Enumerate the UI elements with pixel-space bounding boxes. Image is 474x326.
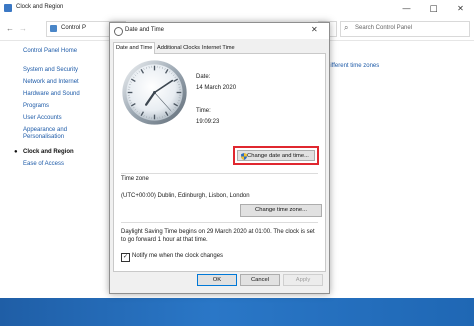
notify-checkbox[interactable]: ✓ (121, 253, 130, 262)
maximize-button[interactable]: ☐ (420, 0, 447, 18)
tab-date-and-time[interactable]: Date and Time (113, 42, 156, 54)
change-date-and-time-label: Change date and time... (247, 153, 309, 159)
sidebar-item-clock-and-region[interactable]: ● Clock and Region (14, 149, 74, 156)
daylight-saving-info: Daylight Saving Time begins on 29 March … (121, 229, 315, 243)
apply-button[interactable]: Apply (283, 274, 323, 286)
sidebar-item-programs[interactable]: Programs (23, 103, 49, 110)
time-zone-label: Time zone (121, 176, 149, 182)
sidebar-item-user-accounts[interactable]: User Accounts (23, 115, 62, 122)
change-date-and-time-button[interactable]: Change date and time... (237, 150, 315, 161)
clock-icon (114, 27, 123, 36)
time-value: 19:09:23 (196, 119, 220, 125)
search-input[interactable]: ⌕ Search Control Panel (340, 21, 470, 37)
taskbar (0, 298, 474, 326)
change-time-zone-button[interactable]: Change time zone... (240, 204, 322, 217)
divider (121, 173, 318, 174)
window-title-bar: Clock and Region — ☐ ✕ (0, 0, 474, 19)
dialog-tabs: Date and Time Additional Clocks Internet… (113, 42, 325, 54)
control-panel-crumb-icon (50, 25, 57, 32)
breadcrumb[interactable]: Control P (61, 25, 86, 31)
sidebar: Control Panel Home System and Security N… (0, 41, 104, 326)
time-zone-value: (UTC+00:00) Dublin, Edinburgh, Lisbon, L… (121, 193, 250, 199)
sidebar-item-control-panel-home[interactable]: Control Panel Home (23, 48, 77, 55)
forward-arrow-icon[interactable]: → (19, 24, 27, 33)
window-title: Clock and Region (16, 4, 64, 10)
highlight-box: Change date and time... (233, 146, 319, 165)
search-placeholder: Search Control Panel (355, 25, 413, 31)
current-page-bullet-icon: ● (14, 149, 18, 155)
date-label: Date: (196, 74, 211, 80)
notify-checkbox-label[interactable]: Notify me when the clock changes (132, 253, 223, 259)
sidebar-item-appearance-and-personalisation[interactable]: Appearance and Personalisation (23, 127, 83, 141)
time-zones-link[interactable]: different time zones (327, 63, 379, 69)
tab-internet-time[interactable]: Internet Time (200, 44, 237, 53)
date-and-time-dialog: Date and Time ✕ Date and Time Additional… (109, 22, 330, 294)
sidebar-item-label: Clock and Region (23, 149, 74, 155)
control-panel-icon (4, 4, 12, 12)
sidebar-item-system-and-security[interactable]: System and Security (23, 67, 78, 74)
back-arrow-icon[interactable]: ← (6, 24, 14, 33)
divider (121, 222, 318, 223)
sidebar-item-hardware-and-sound[interactable]: Hardware and Sound (23, 91, 80, 98)
dialog-title-bar: Date and Time ✕ (110, 23, 329, 39)
date-value: 14 March 2020 (196, 85, 237, 91)
minimize-button[interactable]: — (393, 0, 420, 18)
tab-additional-clocks[interactable]: Additional Clocks (155, 44, 202, 53)
sidebar-item-ease-of-access[interactable]: Ease of Access (23, 161, 64, 168)
time-label: Time: (196, 108, 211, 114)
dialog-close-button[interactable]: ✕ (311, 25, 318, 34)
clock-center-pin (153, 91, 156, 94)
close-button[interactable]: ✕ (447, 0, 474, 18)
analog-clock (122, 60, 187, 125)
sidebar-item-network-and-internet[interactable]: Network and Internet (23, 79, 79, 86)
date-and-time-panel: Date: 14 March 2020 Time: 19:09:23 Chang… (113, 53, 326, 272)
uac-shield-icon (241, 153, 247, 160)
cancel-button[interactable]: Cancel (240, 274, 280, 286)
ok-button[interactable]: OK (197, 274, 237, 286)
dialog-title: Date and Time (125, 27, 165, 33)
search-icon: ⌕ (344, 23, 349, 32)
